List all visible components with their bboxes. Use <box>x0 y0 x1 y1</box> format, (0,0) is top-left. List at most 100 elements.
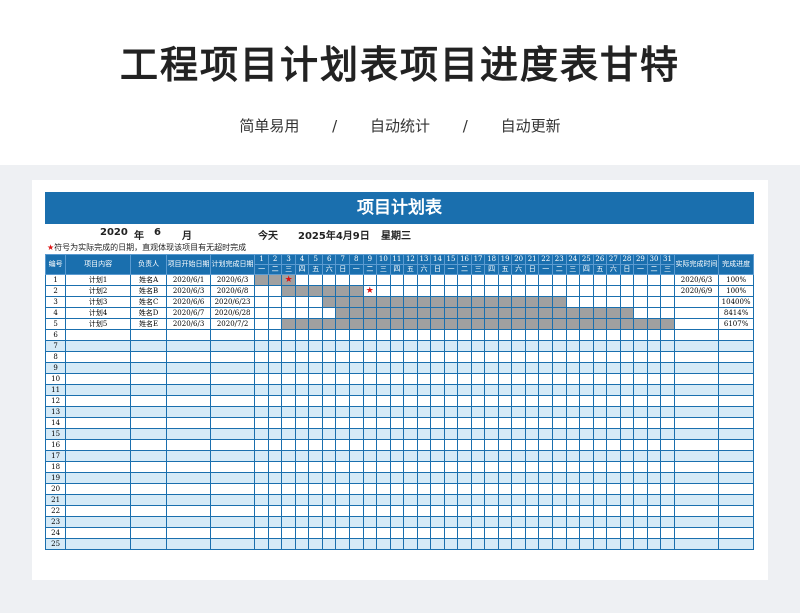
empty-cell[interactable] <box>579 472 594 484</box>
empty-cell[interactable] <box>633 384 648 396</box>
empty-cell[interactable] <box>403 472 418 484</box>
gantt-bar-cell[interactable] <box>443 307 459 319</box>
empty-cell[interactable] <box>308 373 323 385</box>
gantt-bar-cell[interactable] <box>538 307 553 319</box>
empty-cell[interactable] <box>579 417 594 429</box>
empty-cell[interactable] <box>389 483 405 495</box>
empty-cell[interactable] <box>335 505 350 517</box>
empty-cell[interactable] <box>660 362 675 374</box>
empty-cell[interactable] <box>294 340 310 352</box>
empty-cell[interactable] <box>673 472 720 484</box>
empty-cell[interactable] <box>376 450 391 462</box>
empty-cell[interactable] <box>430 362 445 374</box>
empty-cell[interactable] <box>606 395 621 407</box>
empty-cell[interactable] <box>129 472 168 484</box>
empty-cell[interactable] <box>416 439 432 451</box>
empty-cell[interactable] <box>403 417 418 429</box>
empty-cell[interactable] <box>538 417 553 429</box>
empty-cell[interactable] <box>335 461 350 473</box>
empty-cell[interactable] <box>281 340 296 352</box>
empty-cell[interactable] <box>673 373 720 385</box>
empty-cell[interactable] <box>592 483 608 495</box>
empty-cell[interactable] <box>430 351 445 363</box>
gantt-cell[interactable] <box>376 285 391 297</box>
empty-cell[interactable] <box>565 494 581 506</box>
gantt-bar-cell[interactable] <box>497 307 513 319</box>
task-content[interactable]: 计划2 <box>65 285 131 297</box>
gantt-bar-cell[interactable] <box>592 307 608 319</box>
empty-cell[interactable] <box>65 461 131 473</box>
empty-cell[interactable] <box>579 329 594 341</box>
empty-cell[interactable] <box>646 428 662 440</box>
empty-cell[interactable] <box>497 516 513 528</box>
empty-cell[interactable] <box>254 340 269 352</box>
empty-cell[interactable] <box>470 494 486 506</box>
empty-cell[interactable] <box>457 439 472 451</box>
empty-cell[interactable] <box>673 417 720 429</box>
empty-cell[interactable] <box>497 494 513 506</box>
empty-cell[interactable] <box>267 461 283 473</box>
empty-cell[interactable] <box>267 472 283 484</box>
empty-cell[interactable] <box>389 428 405 440</box>
table-row[interactable]: 17 <box>44 450 754 462</box>
empty-cell[interactable] <box>718 527 754 539</box>
empty-cell[interactable] <box>565 483 581 495</box>
empty-cell[interactable] <box>376 329 391 341</box>
task-actual-end-date[interactable] <box>673 307 720 319</box>
empty-cell[interactable] <box>209 538 256 550</box>
table-row[interactable]: 6 <box>44 329 754 341</box>
empty-cell[interactable] <box>389 417 405 429</box>
empty-cell[interactable] <box>579 527 594 539</box>
empty-cell[interactable] <box>552 538 567 550</box>
empty-cell[interactable] <box>294 483 310 495</box>
empty-cell[interactable] <box>430 439 445 451</box>
empty-cell[interactable] <box>484 362 499 374</box>
empty-cell[interactable] <box>321 483 337 495</box>
gantt-cell[interactable] <box>470 285 486 297</box>
empty-cell[interactable] <box>633 329 648 341</box>
empty-cell[interactable] <box>294 505 310 517</box>
empty-cell[interactable] <box>606 472 621 484</box>
empty-cell[interactable] <box>349 373 364 385</box>
table-row[interactable]: 5 计划5 姓名E 2020/6/3 2020/7/2 6107% <box>44 318 754 330</box>
empty-cell[interactable] <box>362 362 378 374</box>
empty-cell[interactable] <box>362 439 378 451</box>
empty-cell[interactable] <box>335 483 350 495</box>
gantt-cell[interactable] <box>592 285 608 297</box>
empty-cell[interactable] <box>389 439 405 451</box>
gantt-cell[interactable] <box>281 307 296 319</box>
empty-cell[interactable] <box>376 505 391 517</box>
empty-cell[interactable] <box>633 395 648 407</box>
empty-cell[interactable] <box>538 461 553 473</box>
empty-cell[interactable] <box>606 516 621 528</box>
task-start-date[interactable]: 2020/6/1 <box>166 274 211 286</box>
empty-cell[interactable] <box>660 373 675 385</box>
empty-cell[interactable] <box>65 373 131 385</box>
empty-cell[interactable] <box>376 516 391 528</box>
gantt-bar-cell[interactable] <box>308 285 323 297</box>
gantt-cell[interactable] <box>267 307 283 319</box>
empty-cell[interactable] <box>281 505 296 517</box>
empty-cell[interactable] <box>267 329 283 341</box>
empty-cell[interactable] <box>524 494 540 506</box>
empty-cell[interactable] <box>619 362 635 374</box>
empty-cell[interactable] <box>209 373 256 385</box>
empty-cell[interactable] <box>443 516 459 528</box>
empty-cell[interactable] <box>565 417 581 429</box>
task-start-date[interactable]: 2020/6/3 <box>166 318 211 330</box>
empty-cell[interactable] <box>579 483 594 495</box>
empty-cell[interactable] <box>376 351 391 363</box>
empty-cell[interactable] <box>166 516 211 528</box>
empty-cell[interactable] <box>362 417 378 429</box>
empty-cell[interactable] <box>606 494 621 506</box>
task-owner[interactable]: 姓名D <box>129 307 168 319</box>
gantt-bar-cell[interactable] <box>308 318 323 330</box>
empty-cell[interactable] <box>718 472 754 484</box>
empty-cell[interactable] <box>443 395 459 407</box>
empty-cell[interactable] <box>335 428 350 440</box>
gantt-bar-cell[interactable] <box>335 307 350 319</box>
task-actual-end-date[interactable] <box>673 318 720 330</box>
empty-cell[interactable] <box>430 395 445 407</box>
empty-cell[interactable] <box>321 384 337 396</box>
empty-cell[interactable] <box>565 384 581 396</box>
